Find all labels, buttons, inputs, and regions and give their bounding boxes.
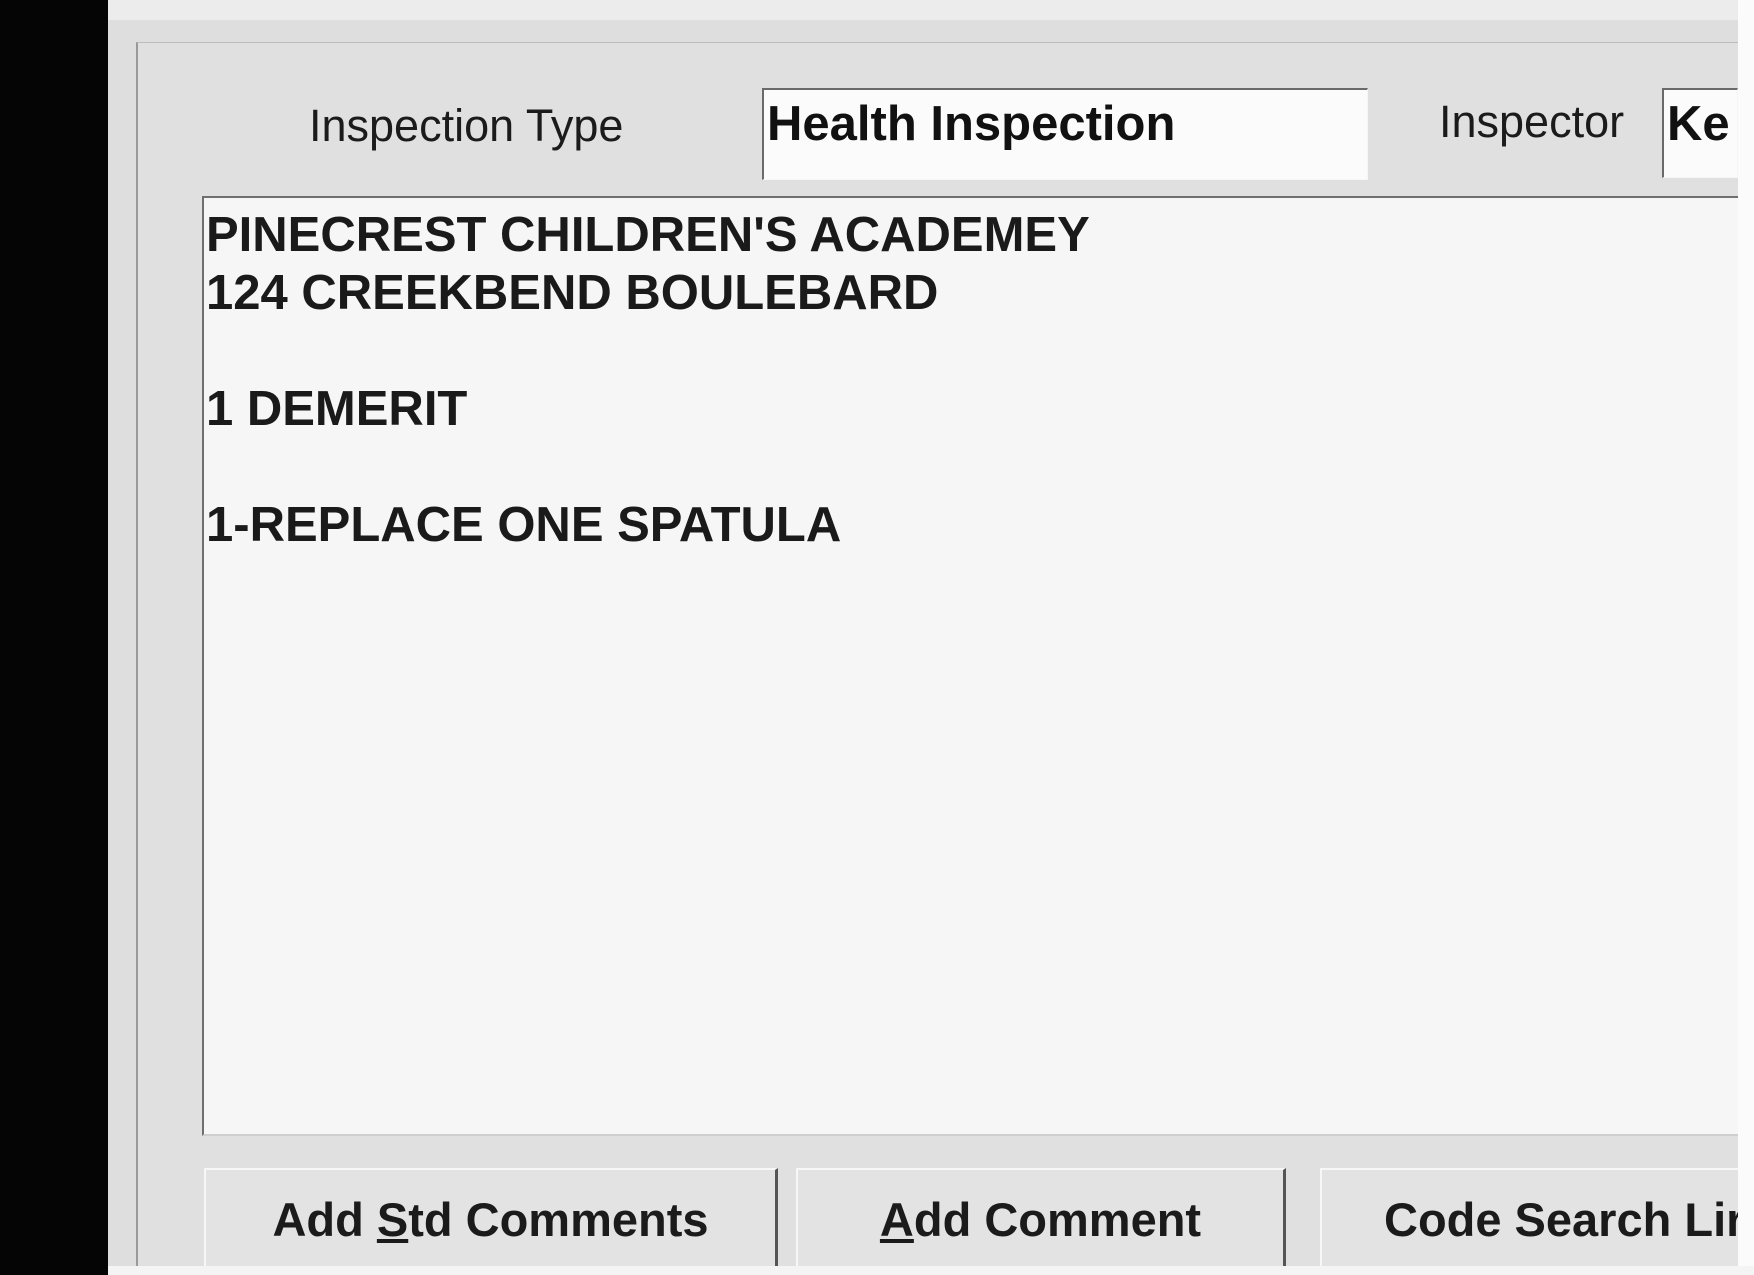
- code-search-button[interactable]: Code Search Lir: [1320, 1168, 1738, 1266]
- add-comment-button[interactable]: Add Comment: [796, 1168, 1286, 1266]
- window-top-edge: [108, 0, 1738, 20]
- inspection-type-field[interactable]: Health Inspection: [762, 88, 1368, 180]
- comment-line: 1-REPLACE ONE SPATULA: [206, 498, 842, 552]
- button-label-part: td Comments: [408, 1193, 709, 1246]
- comments-textarea[interactable]: PINECREST CHILDREN'S ACADEMEY 124 CREEKB…: [202, 196, 1738, 1136]
- inspection-comments-window: Inspection Type Health Inspection Inspec…: [108, 0, 1740, 1267]
- comment-line: PINECREST CHILDREN'S ACADEMEY: [206, 208, 1090, 262]
- inspector-field[interactable]: Ke: [1662, 88, 1738, 178]
- add-std-comments-button[interactable]: Add Std Comments: [204, 1168, 778, 1266]
- button-label-part: Add: [272, 1193, 377, 1246]
- comment-line: 124 CREEKBEND BOULEBARD: [206, 266, 939, 320]
- accelerator-key: A: [879, 1193, 914, 1246]
- comment-line: [206, 438, 1738, 496]
- button-label-part: dd Comment: [913, 1193, 1202, 1246]
- scan-edge-bottom: [108, 1266, 1754, 1275]
- scan-edge-right: [1738, 0, 1754, 1275]
- inspection-type-label: Inspection Type: [309, 100, 624, 151]
- comment-line: 1 DEMERIT: [206, 382, 468, 436]
- scan-edge-dark: [0, 0, 108, 1275]
- accelerator-key: S: [376, 1193, 409, 1246]
- inspector-label: Inspector: [1439, 96, 1625, 147]
- comment-line: [206, 322, 1738, 380]
